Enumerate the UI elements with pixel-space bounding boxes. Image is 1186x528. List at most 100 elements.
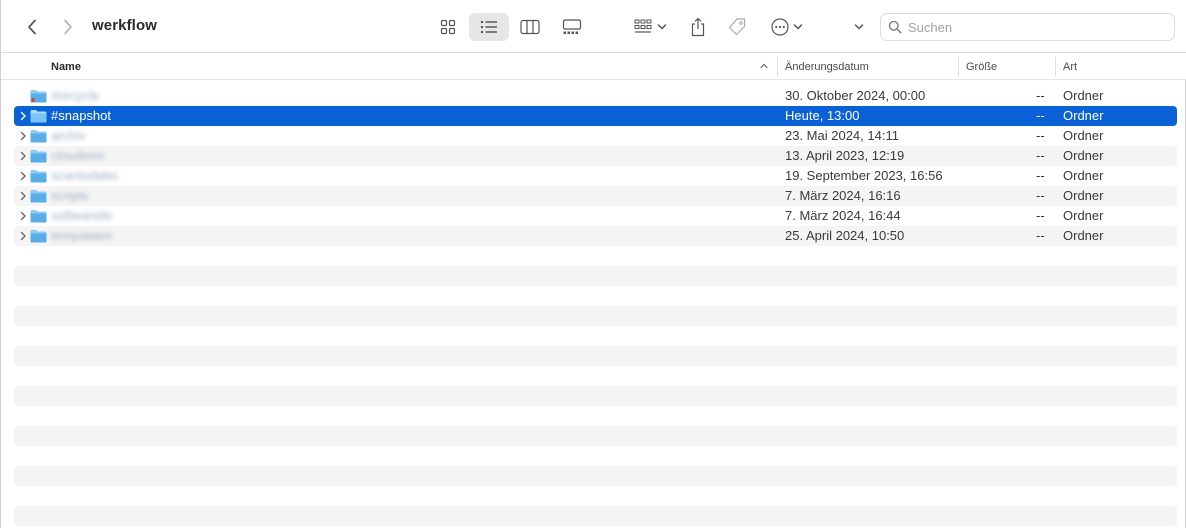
group-by-button[interactable] xyxy=(629,13,671,41)
file-kind: Ordner xyxy=(1063,168,1104,183)
file-name: scantodatei xyxy=(51,168,118,183)
column-separator[interactable] xyxy=(958,57,959,76)
disclosure-triangle-icon[interactable] xyxy=(18,110,28,122)
file-kind: Ordner xyxy=(1063,208,1104,223)
folder-icon xyxy=(30,89,47,103)
columns-icon xyxy=(520,19,540,35)
chevron-down-icon xyxy=(854,24,864,30)
file-list: #recycle 30. Oktober 2024, 00:00 -- Ordner #… xyxy=(14,86,1177,526)
empty-row xyxy=(14,406,1177,426)
folder-icon xyxy=(30,109,47,123)
file-size: -- xyxy=(1036,188,1045,203)
file-name: archiv xyxy=(51,128,86,143)
file-modified-date: 7. März 2024, 16:16 xyxy=(785,188,901,203)
chevron-down-icon xyxy=(793,24,802,30)
file-name: clouderm xyxy=(51,148,105,163)
search-icon xyxy=(888,20,902,34)
empty-row xyxy=(14,286,1177,306)
file-kind: Ordner xyxy=(1063,148,1104,163)
file-name: softwarelis xyxy=(51,208,113,223)
forward-button[interactable] xyxy=(58,16,78,38)
file-size: -- xyxy=(1036,228,1045,243)
file-name: #snapshot xyxy=(51,108,111,123)
list-view-button[interactable] xyxy=(469,13,509,41)
column-name-header[interactable]: Name xyxy=(51,53,81,80)
file-kind: Ordner xyxy=(1063,228,1104,243)
gallery-icon xyxy=(562,19,582,34)
file-kind: Ordner xyxy=(1063,108,1104,123)
empty-row xyxy=(14,466,1177,486)
column-view-button[interactable] xyxy=(513,13,547,41)
tag-button[interactable] xyxy=(724,13,750,41)
disclosure-triangle-icon[interactable] xyxy=(18,190,28,202)
disclosure-triangle-icon[interactable] xyxy=(18,130,28,142)
column-modified-header[interactable]: Änderungsdatum xyxy=(785,53,869,80)
file-modified-date: 23. Mai 2024, 14:11 xyxy=(785,128,899,143)
share-button[interactable] xyxy=(685,13,711,41)
column-kind-header[interactable]: Art xyxy=(1063,53,1077,80)
sort-ascending-icon xyxy=(760,63,768,69)
icon-view-button[interactable] xyxy=(431,13,465,41)
file-modified-date: 7. März 2024, 16:44 xyxy=(785,208,901,223)
folder-icon xyxy=(30,229,47,243)
empty-row xyxy=(14,306,1177,326)
column-separator[interactable] xyxy=(1055,57,1056,76)
file-size: -- xyxy=(1036,128,1045,143)
folder-icon xyxy=(30,189,47,203)
empty-row xyxy=(14,446,1177,466)
more-actions-button[interactable] xyxy=(765,13,807,41)
folder-icon xyxy=(30,169,47,183)
file-size: -- xyxy=(1036,108,1045,123)
empty-row xyxy=(14,346,1177,366)
gallery-view-button[interactable] xyxy=(554,13,590,41)
column-size-header[interactable]: Größe xyxy=(966,53,997,80)
empty-row xyxy=(14,506,1177,526)
empty-row xyxy=(14,486,1177,506)
file-row[interactable]: softwarelis 7. März 2024, 16:44 -- Ordner xyxy=(14,206,1177,226)
file-size: -- xyxy=(1036,148,1045,163)
file-kind: Ordner xyxy=(1063,188,1104,203)
toolbar-overflow-button[interactable] xyxy=(849,13,869,41)
chevron-right-icon xyxy=(64,19,72,35)
chevron-left-icon xyxy=(28,19,36,35)
back-button[interactable] xyxy=(22,16,42,38)
grid-icon xyxy=(440,19,456,35)
search-field[interactable] xyxy=(880,13,1175,41)
empty-row xyxy=(14,246,1177,266)
search-input[interactable] xyxy=(908,19,1158,35)
folder-icon xyxy=(30,149,47,163)
empty-row xyxy=(14,386,1177,406)
share-icon xyxy=(691,17,705,37)
column-header: Name Änderungsdatum Größe Art xyxy=(1,53,1186,80)
file-size: -- xyxy=(1036,208,1045,223)
file-name: scripts xyxy=(51,188,89,203)
file-size: -- xyxy=(1036,88,1045,103)
empty-row xyxy=(14,426,1177,446)
file-row[interactable]: #recycle 30. Oktober 2024, 00:00 -- Ordner xyxy=(14,86,1177,106)
toolbar: werkflow xyxy=(1,0,1186,53)
file-name: #recycle xyxy=(51,88,100,103)
file-row[interactable]: scantodatei 19. September 2023, 16:56 -- Or… xyxy=(14,166,1177,186)
file-kind: Ordner xyxy=(1063,88,1104,103)
group-by-icon xyxy=(634,19,651,33)
file-modified-date: 25. April 2024, 10:50 xyxy=(785,228,905,243)
disclosure-triangle-icon[interactable] xyxy=(18,170,28,182)
window-title: werkflow xyxy=(92,17,157,34)
disclosure-triangle-icon[interactable] xyxy=(18,210,28,222)
folder-icon xyxy=(30,209,47,223)
disclosure-triangle-icon[interactable] xyxy=(18,230,28,242)
file-modified-date: 13. April 2023, 12:19 xyxy=(785,148,905,163)
more-actions-icon xyxy=(770,18,789,36)
file-row[interactable]: #snapshot Heute, 13:00 -- Ordner xyxy=(14,106,1177,126)
file-row[interactable]: scripts 7. März 2024, 16:16 -- Ordner xyxy=(14,186,1177,206)
chevron-down-icon xyxy=(657,24,666,30)
file-row[interactable]: tempdaten 25. April 2024, 10:50 -- Ordner xyxy=(14,226,1177,246)
tag-icon xyxy=(728,18,746,36)
file-row[interactable]: archiv 23. Mai 2024, 14:11 -- Ordner xyxy=(14,126,1177,146)
list-icon xyxy=(480,20,497,34)
empty-row xyxy=(14,326,1177,346)
finder-window: werkflow Suchen Name Änderungsdatum Größ… xyxy=(0,0,1186,528)
column-separator[interactable] xyxy=(777,57,778,76)
file-row[interactable]: clouderm 13. April 2023, 12:19 -- Ordner xyxy=(14,146,1177,166)
disclosure-triangle-icon[interactable] xyxy=(18,150,28,162)
